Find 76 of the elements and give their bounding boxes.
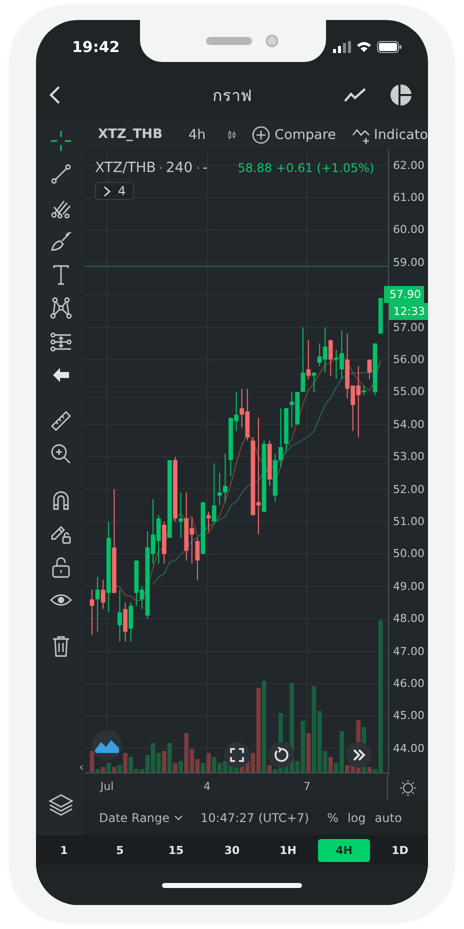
legend-price: 58.88 bbox=[238, 161, 272, 175]
legend-value: - bbox=[202, 160, 208, 176]
logo-button[interactable] bbox=[92, 730, 122, 760]
price-tick-label: 49.00 bbox=[393, 580, 424, 593]
expand-indicators-button[interactable]: 4 bbox=[95, 182, 134, 200]
price-tick-label: 62.00 bbox=[393, 158, 424, 172]
line-chart-icon[interactable] bbox=[344, 88, 366, 102]
camera-lens bbox=[266, 35, 278, 47]
price-tick-label: 47.00 bbox=[393, 644, 424, 658]
compare-button[interactable]: Compare bbox=[252, 126, 336, 144]
reset-icon bbox=[273, 747, 289, 763]
price-tick-label: 53.00 bbox=[393, 450, 424, 464]
reset-button[interactable] bbox=[268, 742, 294, 768]
price-tick-label: 44.00 bbox=[393, 742, 424, 755]
interval-tab[interactable]: 1H bbox=[262, 838, 314, 862]
unlock-icon[interactable] bbox=[50, 556, 72, 578]
double-chevron-icon bbox=[352, 749, 366, 761]
interval-tab[interactable]: 1 bbox=[38, 838, 90, 862]
indicators-button[interactable]: Indicato bbox=[352, 126, 428, 144]
candlestick bbox=[378, 298, 383, 334]
scroll-back-button[interactable]: ‹ bbox=[79, 760, 84, 774]
pie-chart-icon[interactable] bbox=[390, 84, 412, 106]
interval-button[interactable]: 4h bbox=[188, 126, 206, 142]
scale-option-button[interactable]: % bbox=[327, 810, 338, 824]
clock-time: 10:47:27 (UTC+7) bbox=[200, 810, 310, 824]
signal-icon bbox=[333, 41, 351, 53]
interval-tab[interactable]: 4H bbox=[318, 838, 370, 862]
wifi-icon bbox=[356, 41, 372, 53]
price-tick-label: 45.00 bbox=[393, 709, 424, 722]
scale-option-button[interactable]: auto bbox=[374, 810, 402, 824]
brush-icon[interactable] bbox=[50, 230, 72, 252]
pattern-icon[interactable] bbox=[50, 297, 72, 320]
price-tick-label: 48.00 bbox=[393, 612, 424, 626]
price-tick-label: 59.00 bbox=[393, 256, 424, 269]
chevron-right-icon bbox=[103, 186, 111, 196]
settings-icon[interactable] bbox=[399, 778, 418, 796]
zoom-icon[interactable] bbox=[50, 443, 72, 466]
legend-interval: 240 bbox=[166, 160, 193, 176]
fullscreen-button[interactable] bbox=[224, 742, 250, 768]
price-tick-label: 60.00 bbox=[393, 223, 424, 236]
time-tick-label: 4 bbox=[204, 780, 210, 793]
legend-symbol: XTZ/THB bbox=[95, 160, 156, 176]
status-time: 19:42 bbox=[72, 38, 120, 56]
date-range-button[interactable]: Date Range bbox=[99, 810, 183, 824]
countdown-badge: 12:33 bbox=[389, 303, 428, 320]
measure-icon[interactable] bbox=[50, 330, 72, 353]
speaker-grille bbox=[206, 37, 252, 45]
price-tick-label: 56.00 bbox=[393, 353, 424, 366]
ruler-icon[interactable] bbox=[50, 410, 72, 432]
last-price-badge: 57.90 bbox=[384, 286, 424, 303]
symbol-button[interactable]: XTZ_THB bbox=[98, 127, 162, 142]
crosshair-icon[interactable] bbox=[50, 130, 72, 152]
price-tick-label: 50.00 bbox=[393, 547, 424, 560]
scale-option-button[interactable]: log bbox=[348, 810, 366, 824]
price-tick-label: 54.00 bbox=[393, 418, 424, 431]
page-title: กราฟ bbox=[212, 84, 252, 106]
scroll-forward-button[interactable] bbox=[346, 742, 372, 768]
plus-circle-icon bbox=[252, 126, 270, 144]
interval-tab[interactable]: 5 bbox=[94, 838, 146, 862]
fullscreen-icon bbox=[230, 748, 244, 762]
interval-tab[interactable]: 1D bbox=[374, 838, 426, 862]
back-icon[interactable] bbox=[48, 85, 62, 105]
price-tick-label: 52.00 bbox=[393, 482, 424, 496]
trend-line-icon[interactable] bbox=[50, 163, 72, 186]
interval-tab[interactable]: 30 bbox=[206, 838, 258, 862]
legend-change: +0.61 (+1.05%) bbox=[276, 161, 374, 175]
battery-icon bbox=[377, 41, 402, 53]
time-tick-label: 7 bbox=[304, 780, 310, 793]
price-tick-label: 57.00 bbox=[393, 320, 424, 334]
interval-tab[interactable]: 15 bbox=[150, 838, 202, 862]
price-tick-label: 51.00 bbox=[393, 514, 424, 528]
price-tick-label: 61.00 bbox=[393, 191, 424, 204]
chevron-down-icon bbox=[174, 814, 183, 820]
time-tick-label: Jul bbox=[100, 780, 114, 793]
price-tick-label: 46.00 bbox=[393, 676, 424, 690]
price-tick-label: 55.00 bbox=[393, 385, 424, 398]
